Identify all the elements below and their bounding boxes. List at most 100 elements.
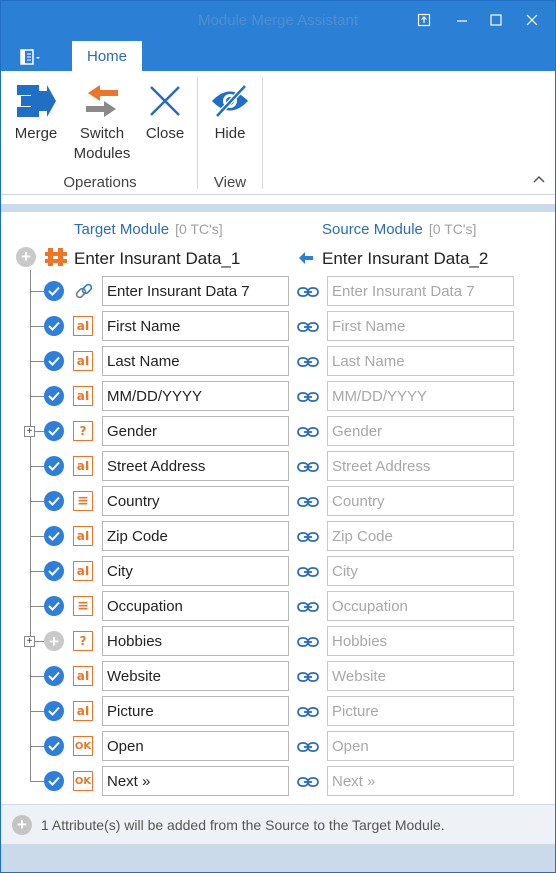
expand-toggle[interactable]: + [24, 636, 35, 647]
ribbon: Merge Switch Modules Close Hide Operatio… [1, 71, 555, 195]
add-attribute-icon[interactable]: + [44, 631, 64, 651]
maximize-icon [490, 14, 502, 26]
source-attribute-field[interactable]: Street Address [327, 451, 514, 481]
attribute-row: aI Street Address Street Address [1, 449, 555, 484]
merge-button[interactable]: Merge [11, 77, 61, 142]
checked-icon[interactable] [44, 561, 64, 581]
chain-link-icon[interactable] [297, 460, 319, 474]
source-attribute-field[interactable]: Country [327, 486, 514, 516]
expand-toggle[interactable]: + [24, 426, 35, 437]
checked-icon[interactable] [44, 491, 64, 511]
close-x-icon [150, 86, 180, 116]
chain-link-icon[interactable] [297, 285, 319, 299]
target-attribute-field[interactable]: First Name [102, 311, 289, 341]
tree-branch [30, 466, 44, 467]
chain-link-icon[interactable] [297, 670, 319, 684]
source-attribute-field[interactable]: Open [327, 731, 514, 761]
target-attribute-field[interactable]: Next » [102, 766, 289, 796]
checked-icon[interactable] [44, 666, 64, 686]
tree-branch [30, 536, 44, 537]
footer-bar [1, 844, 555, 872]
app-menu-button[interactable] [11, 45, 51, 69]
switch-modules-button[interactable]: Switch Modules [71, 77, 133, 162]
source-attribute-field[interactable]: Hobbies [327, 626, 514, 656]
source-header-label: Source Module [322, 221, 423, 238]
source-attribute-field[interactable]: Website [327, 661, 514, 691]
chain-link-icon[interactable] [297, 565, 319, 579]
checked-icon[interactable] [44, 421, 64, 441]
chain-link-icon[interactable] [297, 635, 319, 649]
target-attribute-field[interactable]: Occupation [102, 591, 289, 621]
target-attribute-field[interactable]: MM/DD/YYYY [102, 381, 289, 411]
target-attribute-field[interactable]: Website [102, 661, 289, 691]
group-separator [197, 77, 198, 189]
chevron-up-icon [533, 175, 545, 183]
chain-link-icon[interactable] [297, 355, 319, 369]
textbox-icon: aI [73, 526, 93, 546]
tree-branch [30, 501, 44, 502]
maximize-button[interactable] [481, 7, 511, 33]
source-attribute-field[interactable]: Picture [327, 696, 514, 726]
minimize-icon [457, 20, 467, 22]
checked-icon[interactable] [44, 316, 64, 336]
textbox-icon: aI [73, 386, 93, 406]
checked-icon[interactable] [44, 596, 64, 616]
module-icon [45, 246, 67, 273]
checked-icon[interactable] [44, 736, 64, 756]
target-attribute-field[interactable]: City [102, 556, 289, 586]
chain-link-icon[interactable] [297, 600, 319, 614]
checked-icon[interactable] [44, 386, 64, 406]
target-attribute-field[interactable]: Street Address [102, 451, 289, 481]
chain-link-icon[interactable] [297, 705, 319, 719]
chain-link-icon[interactable] [297, 740, 319, 754]
target-attribute-field[interactable]: Country [102, 486, 289, 516]
close-window-button[interactable] [517, 7, 547, 33]
source-attribute-field[interactable]: Last Name [327, 346, 514, 376]
question-icon: ? [73, 631, 93, 651]
checked-icon[interactable] [44, 526, 64, 546]
checked-icon[interactable] [44, 701, 64, 721]
target-module-name: Enter Insurant Data_1 [74, 249, 241, 268]
chain-link-icon[interactable] [297, 390, 319, 404]
chain-link-icon[interactable] [297, 530, 319, 544]
add-module-icon[interactable]: + [16, 247, 36, 267]
target-attribute-field[interactable]: Enter Insurant Data 7 [102, 276, 289, 306]
checked-icon[interactable] [44, 456, 64, 476]
pin-button[interactable] [409, 7, 439, 33]
target-attribute-field[interactable]: Gender [102, 416, 289, 446]
source-attribute-field[interactable]: City [327, 556, 514, 586]
collapse-ribbon-button[interactable] [533, 172, 545, 186]
tree-branch [30, 606, 44, 607]
chain-link-icon[interactable] [297, 775, 319, 789]
hide-button[interactable]: Hide [206, 77, 254, 142]
merge-icon [17, 85, 56, 117]
source-attribute-field[interactable]: Next » [327, 766, 514, 796]
target-attribute-field[interactable]: Picture [102, 696, 289, 726]
chain-link-icon[interactable] [297, 425, 319, 439]
close-button[interactable]: Close [143, 77, 187, 142]
source-module-name: Enter Insurant Data_2 [322, 249, 489, 268]
source-attribute-field[interactable]: Zip Code [327, 521, 514, 551]
source-module-header: Source Module [0 TC's] [322, 221, 476, 238]
source-attribute-field[interactable]: Gender [327, 416, 514, 446]
chain-link-icon[interactable] [297, 495, 319, 509]
checked-icon[interactable] [44, 281, 64, 301]
chain-link-icon[interactable] [297, 320, 319, 334]
close-label: Close [145, 125, 185, 142]
source-attribute-field[interactable]: Occupation [327, 591, 514, 621]
target-attribute-field[interactable]: Hobbies [102, 626, 289, 656]
minimize-button[interactable] [447, 7, 477, 33]
source-attribute-field[interactable]: First Name [327, 311, 514, 341]
target-attribute-field[interactable]: Zip Code [102, 521, 289, 551]
merge-window: Module Merge Assistant Home Merge Switch… [0, 0, 556, 873]
target-attribute-field[interactable]: Open [102, 731, 289, 761]
source-attribute-field[interactable]: MM/DD/YYYY [327, 381, 514, 411]
tree-branch [30, 746, 44, 747]
checked-icon[interactable] [44, 351, 64, 371]
source-attribute-field[interactable]: Enter Insurant Data 7 [327, 276, 514, 306]
attribute-row: aI Last Name Last Name [1, 344, 555, 379]
switch-icon [86, 85, 118, 117]
tab-home[interactable]: Home [72, 41, 142, 71]
target-attribute-field[interactable]: Last Name [102, 346, 289, 376]
checked-icon[interactable] [44, 771, 64, 791]
